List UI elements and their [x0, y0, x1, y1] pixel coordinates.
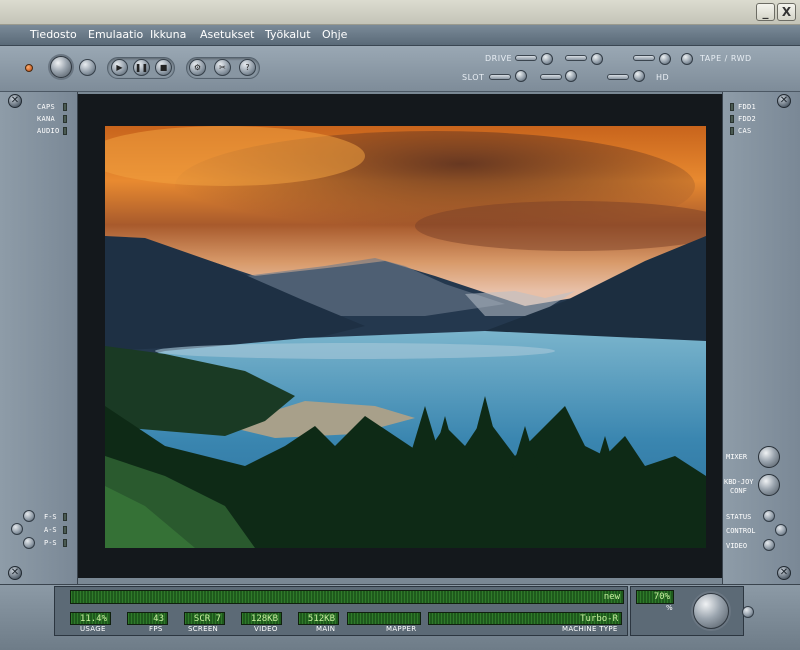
video-memory-lcd: 128KB — [241, 612, 282, 625]
hd-led — [607, 74, 629, 80]
emulator-screen[interactable] — [105, 126, 706, 548]
kbd-joy-button[interactable] — [758, 474, 780, 496]
reset-button[interactable] — [79, 59, 96, 76]
status-label: STATUS — [726, 513, 752, 521]
as-button[interactable] — [11, 523, 23, 535]
mixer-label: MIXER — [726, 453, 748, 461]
drive-label: DRIVE — [485, 54, 513, 63]
control-label: CONTROL — [726, 527, 756, 535]
slot-b-button[interactable] — [565, 70, 577, 82]
slot-b-led — [540, 74, 562, 80]
right-panel — [722, 92, 800, 584]
main-memory-lcd: 512KB — [298, 612, 339, 625]
slot-a-led — [489, 74, 511, 80]
screw-icon: ✕ — [777, 566, 791, 580]
close-button[interactable]: X — [777, 3, 796, 21]
screw-icon: ✕ — [8, 566, 22, 580]
tape-led — [633, 55, 655, 61]
fs-label: F-S — [44, 513, 57, 521]
tools-icon[interactable]: ✂ — [214, 59, 231, 76]
status-button[interactable] — [763, 510, 775, 522]
power-led — [25, 64, 33, 72]
help-icon[interactable]: ? — [239, 59, 256, 76]
as-led — [63, 526, 67, 534]
play-icon[interactable]: ▶ — [111, 59, 128, 76]
main-memory-label: MAIN — [316, 625, 336, 633]
tape-label: TAPE / RWD — [700, 54, 752, 63]
drive-b-led — [565, 55, 587, 61]
volume-reset-button[interactable] — [742, 606, 754, 618]
drive-b-button[interactable] — [591, 53, 603, 65]
ps-label: P-S — [44, 539, 57, 547]
fps-label: FPS — [149, 625, 163, 633]
rewind-button[interactable] — [681, 53, 693, 65]
usage-lcd: 11.4% — [70, 612, 111, 625]
fdd1-led — [730, 103, 734, 111]
kbd-conf-label: CONF — [730, 487, 747, 495]
screen-label: SCREEN — [188, 625, 219, 633]
audio-label: AUDIO — [37, 127, 60, 135]
slot-a-button[interactable] — [515, 70, 527, 82]
as-label: A-S — [44, 526, 57, 534]
drive-a-led — [515, 55, 537, 61]
cas-label: CAS — [738, 127, 752, 135]
power-knob[interactable] — [50, 56, 72, 78]
fdd2-label: FDD2 — [738, 115, 757, 123]
mixer-button[interactable] — [758, 446, 780, 468]
message-lcd: new — [70, 590, 624, 604]
kana-led — [63, 115, 67, 123]
caps-led — [63, 103, 67, 111]
volume-knob[interactable] — [693, 593, 729, 629]
screen-lcd: SCR 7 — [184, 612, 225, 625]
screw-icon: ✕ — [8, 94, 22, 108]
caps-label: CAPS — [37, 103, 56, 111]
menu-asetukset[interactable]: Asetukset — [200, 28, 255, 41]
fps-lcd: 43 — [127, 612, 168, 625]
drive-a-button[interactable] — [541, 53, 553, 65]
slot-label: SLOT — [462, 73, 485, 82]
screw-icon: ✕ — [777, 94, 791, 108]
usage-label: USAGE — [80, 625, 106, 633]
pause-icon[interactable]: ❚❚ — [133, 59, 150, 76]
kbd-joy-label: KBD-JOY — [724, 478, 754, 486]
cartridge-icon[interactable]: ⚙ — [189, 59, 206, 76]
stop-icon[interactable]: ■ — [155, 59, 172, 76]
tape-button[interactable] — [659, 53, 671, 65]
menu-bar: Tiedosto Emulaatio Ikkuna Asetukset Työk… — [0, 25, 800, 46]
left-panel — [0, 92, 78, 584]
mapper-lcd — [347, 612, 421, 625]
menu-tiedosto[interactable]: Tiedosto — [30, 28, 77, 41]
video-button[interactable] — [763, 539, 775, 551]
minimize-button[interactable]: _ — [756, 3, 775, 21]
cas-led — [730, 127, 734, 135]
video-label: VIDEO — [726, 542, 748, 550]
video-memory-label: VIDEO — [254, 625, 278, 633]
hd-label: HD — [656, 73, 670, 82]
machine-type-lcd: Turbo-R — [428, 612, 622, 625]
menu-ikkuna[interactable]: Ikkuna — [150, 28, 186, 41]
ps-led — [63, 539, 67, 547]
menu-ohje[interactable]: Ohje — [322, 28, 347, 41]
landscape-image — [105, 126, 706, 548]
volume-lcd: 70% — [636, 590, 674, 604]
volume-percent-label: % — [666, 604, 673, 612]
title-bar: _ X — [0, 0, 800, 25]
control-button[interactable] — [775, 524, 787, 536]
menu-tyokalut[interactable]: Työkalut — [265, 28, 311, 41]
fs-led — [63, 513, 67, 521]
kana-label: KANA — [37, 115, 56, 123]
fdd1-label: FDD1 — [738, 103, 757, 111]
hd-button[interactable] — [633, 70, 645, 82]
menu-emulaatio[interactable]: Emulaatio — [88, 28, 143, 41]
machine-type-label: MACHINE TYPE — [562, 625, 618, 633]
fdd2-led — [730, 115, 734, 123]
audio-led — [63, 127, 67, 135]
ps-button[interactable] — [23, 537, 35, 549]
mapper-label: MAPPER — [386, 625, 417, 633]
fs-button[interactable] — [23, 510, 35, 522]
